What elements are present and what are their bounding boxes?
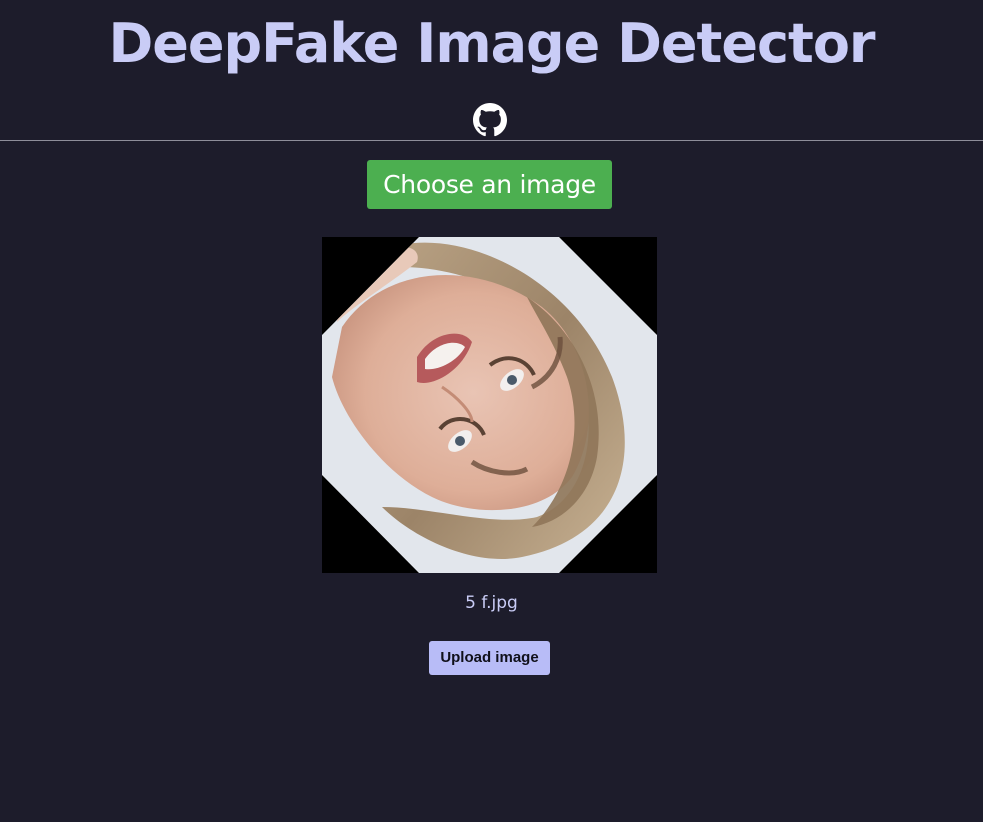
app-page: DeepFake Image Detector Choose an image bbox=[0, 0, 983, 822]
header-divider bbox=[0, 140, 983, 141]
choose-image-button[interactable]: Choose an image bbox=[367, 160, 612, 209]
github-link[interactable] bbox=[473, 103, 507, 137]
image-preview bbox=[322, 237, 657, 573]
github-icon bbox=[473, 103, 507, 137]
face-image bbox=[322, 237, 657, 573]
selected-filename: 5 f.jpg bbox=[465, 593, 518, 613]
upload-image-button[interactable]: Upload image bbox=[429, 641, 550, 675]
page-title: DeepFake Image Detector bbox=[108, 12, 875, 75]
